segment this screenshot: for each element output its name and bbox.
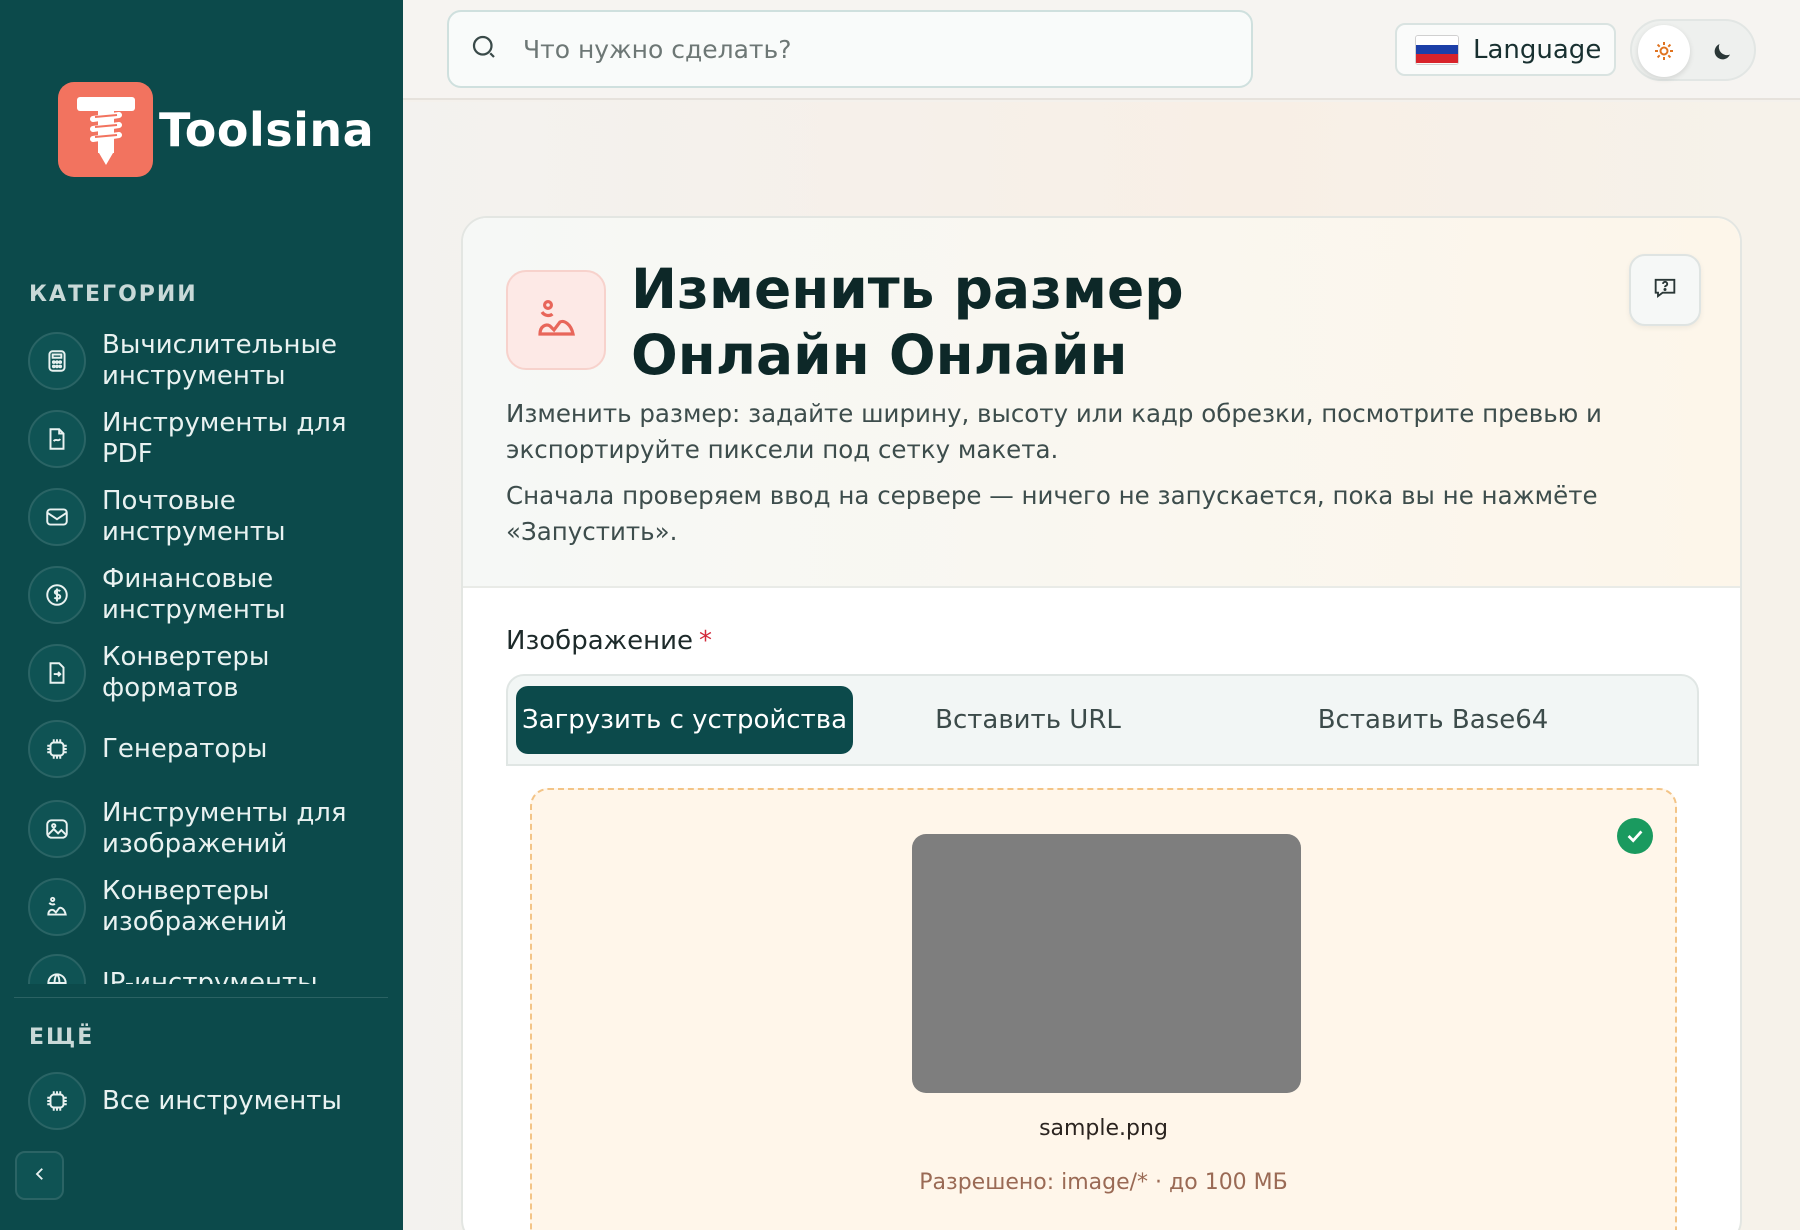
sidebar-item-image-converters[interactable]: Конвертеры изображений bbox=[28, 876, 388, 938]
sidebar-item-finance[interactable]: Финансовые инструменты bbox=[28, 564, 388, 626]
sidebar-item-all-tools[interactable]: Все инструменты bbox=[28, 1072, 388, 1130]
russian-flag-icon bbox=[1415, 34, 1459, 65]
help-button[interactable] bbox=[1629, 254, 1701, 326]
sidebar-divider bbox=[14, 997, 388, 998]
file-name: sample.png bbox=[1039, 1116, 1168, 1141]
sidebar-item-label: IP-инструменты bbox=[102, 967, 318, 985]
sidebar-item-mail[interactable]: Почтовые инструменты bbox=[28, 486, 388, 548]
sidebar-item-label: Инструменты для изображений bbox=[102, 798, 347, 859]
search-placeholder: Что нужно сделать? bbox=[523, 34, 792, 64]
collapse-sidebar-button[interactable] bbox=[15, 1151, 64, 1200]
tab-paste-url[interactable]: Вставить URL bbox=[898, 686, 1158, 754]
image-field-label: Изображение * bbox=[506, 626, 712, 656]
network-icon bbox=[28, 954, 86, 984]
tab-upload-device[interactable]: Загрузить с устройства bbox=[516, 686, 853, 754]
sidebar-item-generators[interactable]: Генераторы bbox=[28, 720, 388, 778]
sidebar-item-label: Все инструменты bbox=[102, 1085, 342, 1116]
dollar-icon bbox=[28, 566, 86, 624]
screw-t-logo-icon bbox=[58, 82, 153, 177]
sidebar-item-label: Финансовые инструменты bbox=[102, 564, 286, 625]
image-preview bbox=[912, 834, 1301, 1093]
theme-toggle[interactable] bbox=[1630, 19, 1756, 81]
chevron-left-icon bbox=[31, 1165, 49, 1187]
sidebar-item-ip-tools[interactable]: IP-инструменты bbox=[28, 954, 388, 984]
search-input[interactable]: Что нужно сделать? bbox=[447, 10, 1253, 88]
cpu-icon bbox=[28, 1072, 86, 1130]
sidebar-item-label: Конвертеры изображений bbox=[102, 876, 288, 937]
categories-heading: КАТЕГОРИИ bbox=[29, 282, 198, 307]
convert-icon bbox=[28, 644, 86, 702]
sun-icon[interactable] bbox=[1638, 25, 1690, 77]
brand-name: Toolsina bbox=[159, 102, 375, 157]
moon-icon[interactable] bbox=[1704, 34, 1740, 70]
language-label: Language bbox=[1473, 34, 1602, 65]
sidebar-item-image-tools[interactable]: Инструменты для изображений bbox=[28, 798, 388, 860]
required-mark: * bbox=[698, 626, 712, 656]
tool-header: Изменить размер Онлайн Онлайн Изменить р… bbox=[463, 218, 1740, 588]
sidebar-item-calculators[interactable]: Вычислительные инструменты bbox=[28, 330, 388, 392]
cpu-icon bbox=[28, 720, 86, 778]
calculator-icon bbox=[28, 332, 86, 390]
help-chat-icon bbox=[1651, 274, 1679, 306]
more-heading: ЕЩЁ bbox=[29, 1025, 95, 1050]
top-bar: Что нужно сделать? Language bbox=[403, 0, 1800, 100]
sidebar-item-label: Вычислительные инструменты bbox=[102, 330, 338, 391]
tool-description: Изменить размер: задайте ширину, высоту … bbox=[506, 399, 1602, 464]
file-icon bbox=[28, 410, 86, 468]
category-list: Вычислительные инструменты Инструменты д… bbox=[0, 330, 403, 984]
tool-card: Изменить размер Онлайн Онлайн Изменить р… bbox=[461, 216, 1742, 1230]
check-icon bbox=[1617, 818, 1653, 854]
sidebar-item-label: Почтовые инструменты bbox=[102, 486, 286, 547]
tab-paste-base64[interactable]: Вставить Base64 bbox=[1253, 686, 1613, 754]
tool-note: Сначала проверяем ввод на сервере — ниче… bbox=[506, 481, 1598, 546]
brand-logo[interactable]: Toolsina bbox=[58, 82, 374, 177]
sidebar: Toolsina КАТЕГОРИИ Вычислительные инстру… bbox=[0, 0, 403, 1230]
page-title: Изменить размер Онлайн Онлайн bbox=[631, 257, 1184, 387]
image-icon bbox=[28, 800, 86, 858]
input-source-tabs: Загрузить с устройства Вставить URL Вста… bbox=[506, 674, 1699, 766]
sidebar-item-label: Генераторы bbox=[102, 733, 268, 764]
image-convert-icon bbox=[506, 270, 606, 370]
file-dropzone[interactable]: sample.png Разрешено: image/* · до 100 М… bbox=[530, 788, 1677, 1230]
image-convert-icon bbox=[28, 878, 86, 936]
allowed-types: Разрешено: image/* · до 100 МБ bbox=[919, 1170, 1288, 1195]
search-icon bbox=[469, 32, 499, 66]
sidebar-item-pdf[interactable]: Инструменты для PDF bbox=[28, 408, 388, 470]
language-selector[interactable]: Language bbox=[1395, 23, 1616, 76]
sidebar-item-label: Конвертеры форматов bbox=[102, 642, 270, 703]
sidebar-item-format-converters[interactable]: Конвертеры форматов bbox=[28, 642, 388, 704]
mail-icon bbox=[28, 488, 86, 546]
sidebar-item-label: Инструменты для PDF bbox=[102, 408, 347, 469]
